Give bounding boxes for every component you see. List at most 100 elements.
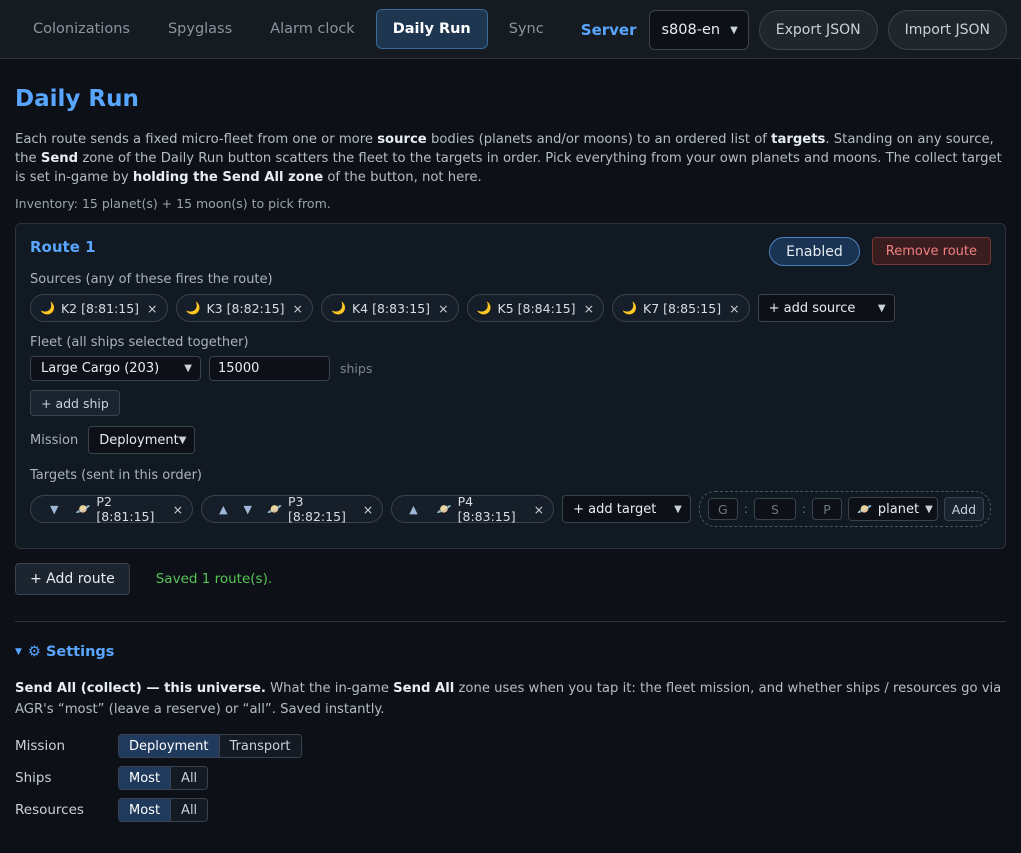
route-actions: Enabled Remove route: [769, 237, 991, 266]
header-actions: Server s808-en ▼ Export JSON Import JSON: [581, 10, 1007, 50]
planet-icon: 🪐: [436, 502, 452, 516]
close-icon[interactable]: ×: [729, 301, 739, 316]
close-icon[interactable]: ×: [438, 301, 448, 316]
mission-option-deployment[interactable]: Deployment: [119, 735, 219, 757]
chevron-down-icon: ▼: [925, 503, 933, 515]
system-input[interactable]: S: [753, 498, 796, 520]
remove-route-button[interactable]: Remove route: [871, 237, 991, 265]
chevron-down-icon: ▼: [674, 503, 682, 515]
coordinate-separator: :: [801, 502, 806, 516]
manual-coordinate-entry: G : S : P 🪐 planet ▼ Add: [698, 491, 991, 527]
source-chip: 🌙 K5 [8:84:15] ×: [466, 294, 605, 322]
ships-option-all[interactable]: All: [170, 767, 208, 789]
add-ship-button[interactable]: + add ship: [30, 390, 120, 416]
source-chip-label: K4 [8:83:15]: [351, 300, 431, 316]
close-icon[interactable]: ×: [534, 502, 544, 517]
export-json-button[interactable]: Export JSON: [758, 10, 878, 50]
resources-option-most[interactable]: Most: [119, 799, 171, 821]
planet-icon: 🪐: [856, 502, 872, 516]
save-status: Saved 1 route(s).: [155, 571, 273, 587]
settings-ships-label: Ships: [15, 770, 52, 786]
planet-icon: 🪐: [75, 502, 91, 516]
close-icon[interactable]: ×: [173, 502, 183, 517]
close-icon[interactable]: ×: [363, 502, 373, 517]
ships-segmented-control: Most All: [118, 766, 209, 790]
chevron-down-icon: ▼: [730, 24, 738, 36]
targets-label: Targets (sent in this order): [30, 468, 203, 483]
settings-desc-bold-2: Send All: [393, 681, 455, 696]
mission-row: Mission Deployment ▼: [30, 426, 991, 454]
import-json-button[interactable]: Import JSON: [887, 10, 1007, 50]
position-input[interactable]: P: [811, 498, 842, 520]
add-route-row: + Add route Saved 1 route(s).: [15, 563, 1006, 595]
ship-type-select[interactable]: Large Cargo (203) ▼: [30, 356, 201, 381]
settings-row-ships: Ships Most All: [15, 762, 1006, 794]
server-select-value: s808-en: [661, 22, 721, 38]
target-chip-label: P3 [8:82:15]: [287, 494, 346, 524]
mission-segmented-control: Deployment Transport: [118, 734, 302, 758]
body-type-value: planet: [877, 501, 920, 517]
ship-type-value: Large Cargo (203): [41, 361, 160, 376]
close-icon[interactable]: ×: [147, 301, 157, 316]
intro-bold-send: Send: [40, 151, 79, 166]
move-down-icon[interactable]: ▼: [45, 503, 63, 516]
settings-row-resources: Resources Most All: [15, 794, 1006, 826]
chevron-down-icon: ▼: [184, 363, 192, 374]
add-source-select[interactable]: + add source ▼: [757, 294, 895, 322]
tab-alarm-clock[interactable]: Alarm clock: [253, 9, 372, 49]
page-title: Daily Run: [15, 86, 139, 112]
sources-label: Sources (any of these fires the route): [30, 272, 273, 287]
mission-option-transport[interactable]: Transport: [218, 735, 301, 757]
intro-text: Each route sends a fixed micro-fleet fro…: [15, 130, 1006, 187]
galaxy-input[interactable]: G: [707, 498, 738, 520]
coordinate-separator: :: [743, 502, 748, 516]
settings-desc-part-1: What the in-game: [265, 681, 394, 696]
add-source-label: + add source: [768, 300, 856, 316]
settings-title: ⚙ Settings: [27, 644, 115, 660]
ships-option-most[interactable]: Most: [119, 767, 171, 789]
body-type-select[interactable]: 🪐 planet ▼: [847, 497, 938, 521]
server-select[interactable]: s808-en ▼: [648, 10, 749, 50]
moon-icon: 🌙: [185, 301, 201, 315]
target-chip: ▲ ▼ 🪐 P3 [8:82:15] ×: [201, 494, 384, 524]
tab-colonizations[interactable]: Colonizations: [16, 9, 147, 49]
settings-mission-label: Mission: [15, 738, 66, 754]
move-up-icon[interactable]: ▲: [404, 503, 422, 516]
main-content: Daily Run Each route sends a fixed micro…: [0, 85, 1021, 826]
resources-option-all[interactable]: All: [170, 799, 208, 821]
ships-unit-label: ships: [340, 361, 373, 376]
moon-icon: 🌙: [40, 301, 55, 315]
source-chip-label: K2 [8:81:15]: [60, 300, 140, 316]
tab-bar: Colonizations Spyglass Alarm clock Daily…: [16, 9, 561, 49]
route-card: Route 1 Enabled Remove route Sources (an…: [15, 223, 1006, 549]
add-coordinate-button[interactable]: Add: [943, 497, 984, 521]
move-up-icon[interactable]: ▲: [214, 503, 232, 516]
ship-count-input[interactable]: 15000: [209, 356, 330, 381]
moon-icon: 🌙: [476, 301, 492, 315]
settings-toggle[interactable]: ▼ ⚙ Settings: [15, 644, 1006, 660]
moon-icon: 🌙: [331, 301, 346, 315]
intro-bold-targets: targets: [771, 132, 826, 147]
tab-sync[interactable]: Sync: [492, 9, 561, 49]
add-target-label: + add target: [573, 501, 657, 517]
settings-desc-bold-1: Send All (collect) — this universe.: [15, 681, 266, 696]
mission-select[interactable]: Deployment ▼: [88, 426, 196, 454]
enabled-toggle-button[interactable]: Enabled: [769, 237, 860, 266]
target-chip-label: P4 [8:83:15]: [457, 494, 516, 524]
intro-part-1: Each route sends a fixed micro-fleet fro…: [15, 132, 378, 147]
add-route-button[interactable]: + Add route: [15, 563, 130, 595]
settings-description: Send All (collect) — this universe. What…: [15, 678, 1006, 720]
move-down-icon[interactable]: ▼: [239, 503, 257, 516]
intro-part-2: bodies (planets and/or moons) to an orde…: [426, 132, 772, 147]
close-icon[interactable]: ×: [584, 301, 594, 316]
source-chip: 🌙 K7 [8:85:15] ×: [612, 294, 750, 322]
settings-row-mission: Mission Deployment Transport: [15, 730, 1006, 762]
caret-down-icon: ▼: [15, 647, 22, 657]
intro-part-5: of the button, not here.: [323, 170, 482, 185]
tab-spyglass[interactable]: Spyglass: [151, 9, 249, 49]
mission-label: Mission: [30, 432, 79, 448]
add-target-select[interactable]: + add target ▼: [562, 495, 691, 523]
close-icon[interactable]: ×: [293, 301, 303, 316]
tab-daily-run[interactable]: Daily Run: [375, 9, 488, 49]
planet-icon: 🪐: [267, 502, 282, 516]
